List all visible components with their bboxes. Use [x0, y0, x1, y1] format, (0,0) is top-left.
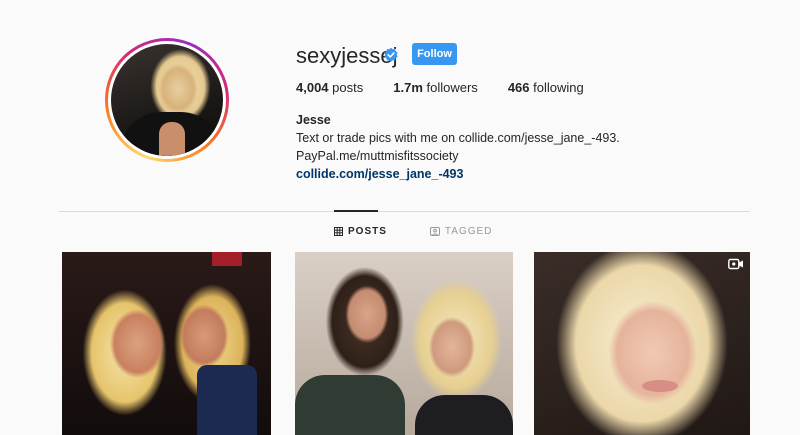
posts-count: 4,004 [296, 80, 329, 95]
following-label: following [533, 80, 584, 95]
tab-posts-label: POSTS [348, 226, 387, 237]
profile-tabs: POSTS TAGGED [334, 226, 535, 237]
tab-tagged-label: TAGGED [444, 226, 493, 237]
posts-label: posts [332, 80, 364, 95]
follow-button[interactable]: Follow [412, 43, 457, 65]
profile-bio: Jesse Text or trade pics with me on coll… [296, 111, 620, 183]
followers-label: followers [426, 80, 478, 95]
bio-line-2: PayPal.me/muttmisfitssociety [296, 149, 459, 163]
following-count: 466 [507, 80, 530, 95]
following-stat[interactable]: 466 following [508, 80, 584, 95]
bio-external-link[interactable]: collide.com/jesse_jane_-493 [296, 167, 463, 181]
grid-icon [334, 227, 343, 236]
tag-icon [429, 227, 440, 236]
post-thumbnail[interactable] [62, 252, 271, 435]
video-camera-icon [728, 258, 743, 270]
profile-full-name: Jesse [296, 113, 331, 127]
posts-stat: 4,004 posts [296, 80, 363, 95]
avatar-photo [111, 44, 223, 156]
profile-stats: 4,004 posts 1.7m followers 466 following [296, 80, 614, 95]
post-thumbnail[interactable] [295, 252, 513, 435]
profile-header: sexyjessej Follow 4,004 posts 1.7m follo… [0, 0, 800, 212]
bio-line-1: Text or trade pics with me on collide.co… [296, 131, 620, 145]
tab-tagged[interactable]: TAGGED [429, 226, 493, 237]
active-tab-indicator [334, 210, 378, 212]
followers-count: 1.7m [393, 80, 423, 95]
section-divider [59, 211, 750, 212]
profile-avatar[interactable] [105, 38, 229, 162]
post-thumbnail[interactable] [534, 252, 750, 435]
followers-stat[interactable]: 1.7m followers [393, 80, 478, 95]
tab-posts[interactable]: POSTS [334, 226, 387, 237]
verified-badge-icon [384, 47, 398, 62]
